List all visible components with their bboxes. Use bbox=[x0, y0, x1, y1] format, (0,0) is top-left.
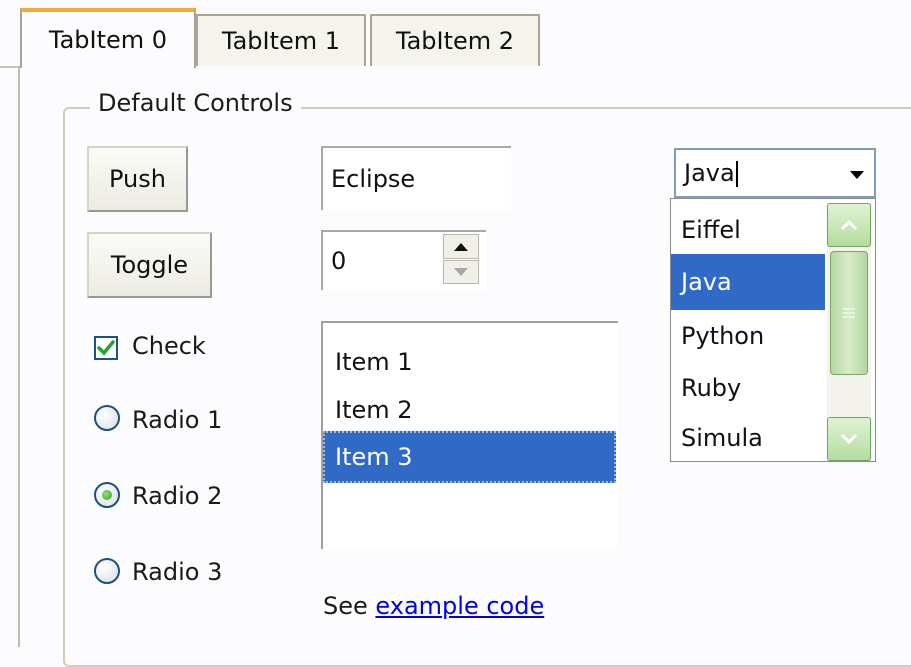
scroll-down-button[interactable] bbox=[827, 417, 871, 461]
radio-selected-dot bbox=[102, 490, 112, 500]
example-code-link[interactable]: example code bbox=[375, 592, 544, 620]
radio-3-button[interactable] bbox=[94, 558, 120, 584]
tab-item-2-label: TabItem 2 bbox=[395, 27, 515, 55]
check-label: Check bbox=[132, 332, 206, 360]
spinner-up-button[interactable] bbox=[443, 234, 479, 259]
tab-item-0-label: TabItem 0 bbox=[48, 26, 168, 54]
tab-item-2[interactable]: TabItem 2 bbox=[370, 14, 540, 66]
arrow-up-icon bbox=[840, 219, 858, 231]
tab-item-1[interactable]: TabItem 1 bbox=[196, 14, 366, 66]
example-code-text: See example code bbox=[323, 592, 544, 620]
footer-prefix: See bbox=[323, 592, 368, 620]
push-button[interactable]: Push bbox=[87, 146, 188, 212]
spinner-down-button[interactable] bbox=[443, 260, 479, 284]
check-checkbox[interactable] bbox=[94, 336, 118, 360]
arrow-down-icon bbox=[454, 268, 468, 276]
dropdown-option[interactable]: Eiffel bbox=[671, 205, 825, 255]
tab-item-1-label: TabItem 1 bbox=[221, 27, 341, 55]
dropdown-option[interactable]: Python bbox=[671, 311, 825, 361]
dropdown-option[interactable]: Simula bbox=[671, 414, 825, 462]
radio-2-label: Radio 2 bbox=[132, 482, 223, 510]
dropdown-option-highlighted[interactable]: Java bbox=[671, 254, 825, 310]
combo-value: Java bbox=[684, 159, 738, 187]
radio-1-button[interactable] bbox=[94, 405, 120, 431]
scroll-thumb[interactable] bbox=[830, 251, 868, 375]
list-item[interactable]: Item 1 bbox=[323, 337, 616, 387]
language-combo[interactable]: Java bbox=[674, 148, 876, 198]
group-title: Default Controls bbox=[90, 89, 301, 117]
item-list[interactable]: Item 1 Item 2 Item 3 bbox=[321, 321, 618, 549]
text-input[interactable]: Eclipse bbox=[321, 146, 511, 210]
list-item-selected[interactable]: Item 3 bbox=[323, 431, 616, 483]
scroll-up-button[interactable] bbox=[827, 203, 871, 247]
checkmark-icon bbox=[97, 340, 115, 356]
radio-1-label: Radio 1 bbox=[132, 406, 223, 434]
arrow-up-icon bbox=[454, 242, 468, 251]
chevron-down-icon[interactable] bbox=[850, 171, 864, 179]
combo-dropdown: Eiffel Java Python Ruby Simula bbox=[670, 198, 876, 462]
toggle-button[interactable]: Toggle bbox=[87, 232, 212, 298]
list-item[interactable]: Item 2 bbox=[323, 385, 616, 435]
dropdown-scrollbar[interactable] bbox=[827, 203, 871, 461]
radio-2-button[interactable] bbox=[94, 482, 120, 508]
tab-item-0[interactable]: TabItem 0 bbox=[20, 8, 196, 68]
spinner-value: 0 bbox=[331, 247, 347, 275]
arrow-down-icon bbox=[840, 433, 858, 445]
grip-icon bbox=[843, 312, 855, 314]
dropdown-option[interactable]: Ruby bbox=[671, 363, 825, 413]
radio-3-label: Radio 3 bbox=[132, 558, 223, 586]
